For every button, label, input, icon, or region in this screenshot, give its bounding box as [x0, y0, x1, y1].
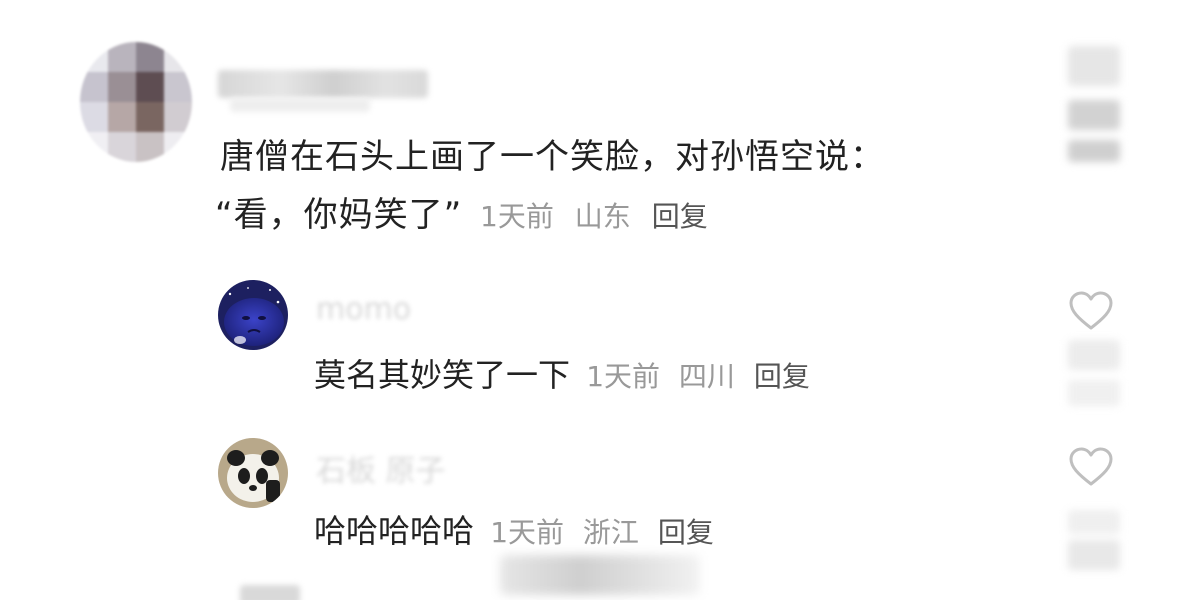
reply-2-text: 哈哈哈哈哈 — [314, 512, 475, 550]
reply-2-username[interactable]: 石板 原子 — [316, 446, 446, 490]
reply-2-location: 浙江 — [582, 516, 639, 549]
reply-1-location: 四川 — [678, 360, 735, 393]
comment-thread: 唐僧在石头上画了一个笑脸，对孙悟空说： “看，你妈笑了” 1天前 山东 回复 m… — [0, 0, 1200, 600]
commenter-avatar[interactable] — [80, 42, 192, 162]
bottom-avatar-blurred — [240, 585, 300, 600]
reply-1-time: 1天前 — [586, 360, 661, 393]
reply-2-line: 哈哈哈哈哈 1天前 浙江 回复 — [314, 506, 714, 552]
main-comment-line-2: “看，你妈笑了” 1天前 山东 回复 — [215, 186, 708, 246]
commenter-username-blurred[interactable] — [218, 70, 428, 98]
reply-1-reply-button[interactable]: 回复 — [754, 360, 810, 393]
bottom-blurred-text — [500, 555, 700, 595]
reply-1-meta: 1天前 四川 回复 — [586, 360, 810, 393]
main-comment-meta: 1天前 山东 回复 — [480, 200, 708, 233]
right-blurred-column — [1068, 40, 1120, 580]
reply-1-line: 莫名其妙笑了一下 1天前 四川 回复 — [314, 350, 810, 396]
commenter-username-blurred-2 — [230, 98, 370, 112]
reply-1-avatar[interactable] — [218, 280, 288, 350]
reply-2-avatar[interactable] — [218, 438, 288, 508]
main-comment-text-2: “看，你妈笑了” — [215, 195, 463, 235]
reply-1-username[interactable]: momo — [316, 292, 411, 327]
main-comment-location: 山东 — [574, 200, 631, 233]
reply-2-time: 1天前 — [490, 516, 565, 549]
main-comment-time: 1天前 — [480, 200, 554, 233]
main-comment-text-1: 唐僧在石头上画了一个笑脸，对孙悟空说： — [220, 137, 885, 177]
reply-1-text: 莫名其妙笑了一下 — [314, 356, 571, 394]
main-comment-line-1: 唐僧在石头上画了一个笑脸，对孙悟空说： — [220, 128, 885, 186]
reply-2-reply-button[interactable]: 回复 — [658, 516, 714, 549]
reply-2-meta: 1天前 浙江 回复 — [490, 516, 714, 549]
main-comment-reply-button[interactable]: 回复 — [652, 200, 708, 233]
